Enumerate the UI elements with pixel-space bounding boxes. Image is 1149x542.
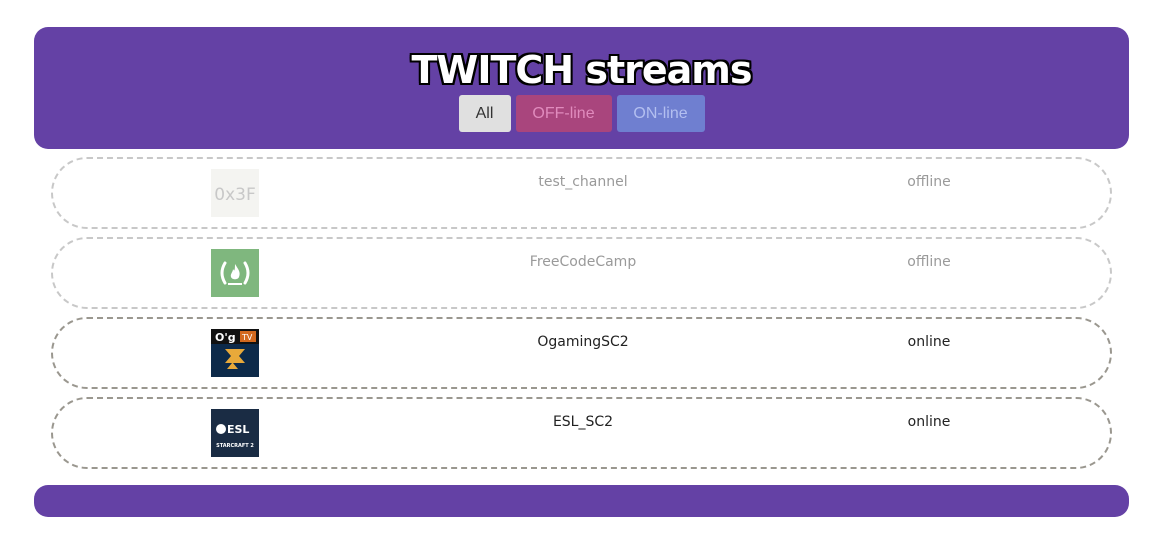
channel-status: online [907,334,951,350]
ogaming-logo-icon: O'g TV [211,329,259,377]
channel-row-esl-sc2[interactable]: ESL STARCRAFT 2 ESL_SC2 online [51,397,1112,469]
page-title: TWITCH streams [411,48,753,92]
svg-text:O'g: O'g [215,331,236,344]
esl-logo-icon: ESL STARCRAFT 2 [211,409,259,457]
svg-text:STARCRAFT 2: STARCRAFT 2 [216,443,254,449]
channel-name[interactable]: test_channel [538,174,627,190]
channel-status: offline [907,254,951,270]
channel-status: offline [907,174,951,190]
channel-status: online [907,414,951,430]
channel-name[interactable]: OgamingSC2 [537,334,628,350]
channel-name[interactable]: ESL_SC2 [553,414,613,430]
filter-online-button[interactable]: ON-line [616,95,705,132]
channel-logo-placeholder: 0x3F [211,169,259,217]
filter-all-button[interactable]: All [458,95,511,132]
footer-bar [34,485,1129,517]
filter-offline-button[interactable]: OFF-line [515,95,612,132]
svg-text:0x3F: 0x3F [214,185,255,205]
channel-name[interactable]: FreeCodeCamp [530,254,636,270]
filter-bar: All OFF-line ON-line [34,95,1129,132]
channel-row-ogamingsc2[interactable]: O'g TV OgamingSC2 online [51,317,1112,389]
freecodecamp-logo-icon [211,249,259,297]
channel-row-test-channel[interactable]: 0x3F test_channel offline [51,157,1112,229]
header-banner: TWITCH streams All OFF-line ON-line [34,27,1129,149]
svg-text:ESL: ESL [227,423,249,436]
channel-row-freecodecamp[interactable]: FreeCodeCamp offline [51,237,1112,309]
svg-text:TV: TV [241,333,253,342]
channel-list: 0x3F test_channel offline FreeCodeCamp o… [51,157,1112,477]
